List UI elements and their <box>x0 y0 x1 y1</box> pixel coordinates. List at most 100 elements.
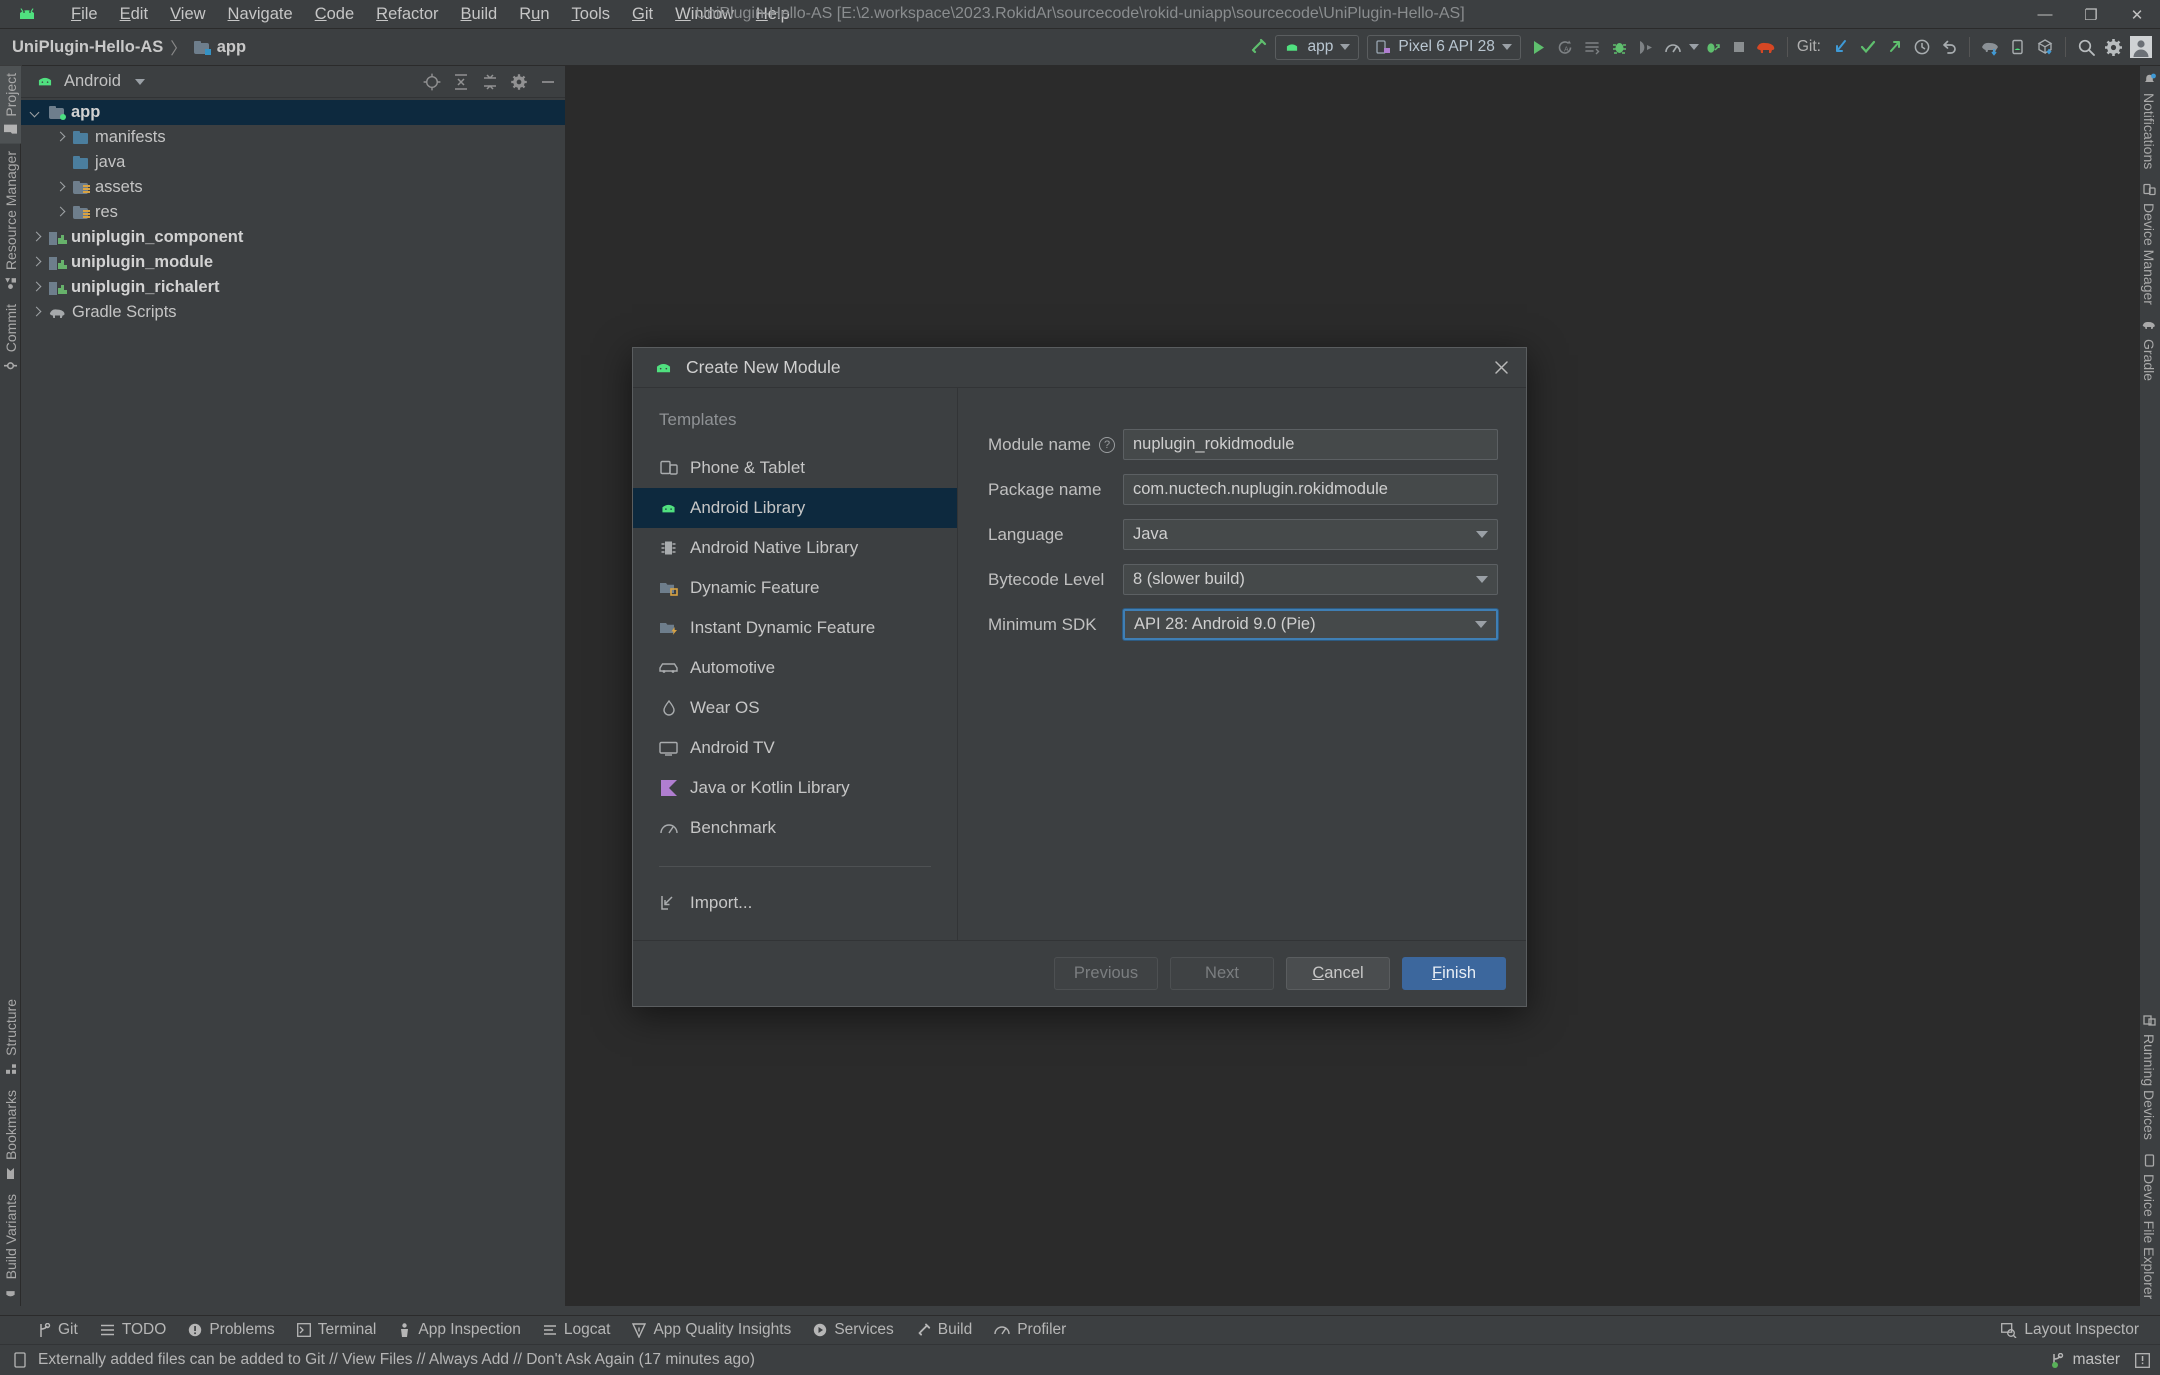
git-push-icon[interactable] <box>1881 34 1908 61</box>
git-branch-widget[interactable]: master <box>2050 1351 2120 1369</box>
template-dynamic-feature[interactable]: Dynamic Feature <box>633 568 957 608</box>
bottom-item-logcat[interactable]: Logcat <box>532 1318 622 1342</box>
apply-code-changes-icon[interactable] <box>1579 34 1606 61</box>
chevron-down-icon[interactable] <box>1340 44 1351 50</box>
close-icon[interactable] <box>1488 355 1514 381</box>
menu-file[interactable]: File <box>60 1 109 27</box>
chevron-right-icon[interactable] <box>29 306 43 320</box>
profiler-icon[interactable] <box>1660 34 1687 61</box>
gradle-elephant-icon[interactable] <box>1753 34 1780 61</box>
bottom-item-services[interactable]: Services <box>802 1318 904 1342</box>
template-phone-tablet[interactable]: Phone & Tablet <box>633 448 957 488</box>
run-configuration-selector[interactable]: app <box>1275 34 1360 60</box>
menu-build[interactable]: Build <box>450 1 509 27</box>
menu-run[interactable]: Run <box>508 1 560 27</box>
module-name-input[interactable] <box>1123 429 1498 460</box>
breadcrumb-project[interactable]: UniPlugin-Hello-AS <box>12 38 163 57</box>
maximize-button[interactable]: ❐ <box>2068 0 2114 29</box>
previous-button[interactable]: Previous <box>1054 957 1158 990</box>
stop-button[interactable] <box>1726 34 1753 61</box>
sdk-manager-icon[interactable] <box>2031 34 2058 61</box>
run-with-coverage-icon[interactable] <box>1699 34 1726 61</box>
tree-item-gradle-scripts[interactable]: Gradle Scripts <box>21 300 565 325</box>
hide-panel-icon[interactable] <box>539 73 557 91</box>
chevron-down-icon[interactable] <box>1688 44 1699 50</box>
select-opened-file-icon[interactable] <box>423 73 441 91</box>
template-benchmark[interactable]: Benchmark <box>633 808 957 848</box>
bottom-item-terminal[interactable]: Terminal <box>286 1318 388 1342</box>
bottom-item-app-quality-insights[interactable]: App Quality Insights <box>621 1318 802 1342</box>
close-button[interactable]: ✕ <box>2114 0 2160 29</box>
template-java-or-kotlin-library[interactable]: Java or Kotlin Library <box>633 768 957 808</box>
menu-help[interactable]: Help <box>745 1 801 27</box>
attach-debugger-icon[interactable] <box>1633 34 1660 61</box>
menu-window[interactable]: Window <box>664 1 745 27</box>
git-commit-icon[interactable] <box>1854 34 1881 61</box>
chevron-down-icon[interactable] <box>1475 621 1487 628</box>
status-message[interactable]: Externally added files can be added to G… <box>38 1351 755 1369</box>
sidebar-item-bookmarks[interactable]: Bookmarks <box>0 1083 22 1187</box>
sidebar-item-notifications[interactable]: Notifications <box>2138 66 2160 176</box>
bottom-item-problems[interactable]: Problems <box>177 1318 285 1342</box>
sidebar-item-resource-manager[interactable]: Resource Manager <box>0 144 22 297</box>
expand-all-icon[interactable] <box>452 73 470 91</box>
search-icon[interactable] <box>2073 34 2100 61</box>
project-tree[interactable]: app manifests java assets res uniplugin_… <box>21 98 565 325</box>
chevron-down-icon[interactable] <box>1476 576 1488 583</box>
avd-manager-icon[interactable] <box>2004 34 2031 61</box>
tree-item-app[interactable]: app <box>21 100 565 125</box>
menu-refactor[interactable]: Refactor <box>365 1 449 27</box>
bottom-item-app-inspection[interactable]: App Inspection <box>387 1318 532 1342</box>
gear-icon[interactable] <box>510 73 528 91</box>
bytecode-level-select[interactable]: 8 (slower build) <box>1123 564 1498 595</box>
chevron-right-icon[interactable] <box>53 206 67 220</box>
bottom-item-git[interactable]: Git <box>26 1318 89 1342</box>
tree-item-uniplugin-component[interactable]: uniplugin_component <box>21 225 565 250</box>
sidebar-item-device-manager[interactable]: Device Manager <box>2138 176 2160 312</box>
language-select[interactable]: Java <box>1123 519 1498 550</box>
breadcrumb-module[interactable]: app <box>217 38 246 57</box>
tree-item-manifests[interactable]: manifests <box>21 125 565 150</box>
gradle-sync-icon[interactable] <box>1977 34 2004 61</box>
menu-git[interactable]: Git <box>621 1 664 27</box>
finish-button[interactable]: Finish <box>1402 957 1506 990</box>
chevron-down-icon[interactable] <box>29 106 43 120</box>
tree-item-assets[interactable]: assets <box>21 175 565 200</box>
chevron-right-icon[interactable] <box>29 281 43 295</box>
avatar[interactable] <box>2127 34 2154 61</box>
device-selector[interactable]: Pixel 6 API 28 <box>1367 34 1521 60</box>
event-log-icon[interactable] <box>2135 1352 2150 1368</box>
minimum-sdk-select[interactable]: API 28: Android 9.0 (Pie) <box>1123 609 1498 640</box>
chevron-right-icon[interactable] <box>29 256 43 270</box>
chevron-down-icon[interactable] <box>134 78 145 85</box>
package-name-input[interactable] <box>1123 474 1498 505</box>
minimize-button[interactable]: — <box>2022 0 2068 29</box>
sidebar-item-device-file-explorer[interactable]: Device File Explorer <box>2138 1147 2160 1306</box>
breadcrumb[interactable]: UniPlugin-Hello-AS 〉 app <box>12 35 246 59</box>
chevron-down-icon[interactable] <box>1501 44 1512 50</box>
apply-changes-icon[interactable]: A <box>1552 34 1579 61</box>
sidebar-item-structure[interactable]: Structure <box>0 992 22 1083</box>
git-update-icon[interactable] <box>1827 34 1854 61</box>
bottom-item-build[interactable]: Build <box>905 1318 983 1342</box>
tree-item-uniplugin-richalert[interactable]: uniplugin_richalert <box>21 275 565 300</box>
run-button[interactable] <box>1525 34 1552 61</box>
bottom-item-todo[interactable]: TODO <box>89 1318 178 1342</box>
sidebar-item-build-variants[interactable]: Build Variants <box>0 1187 22 1306</box>
menu-view[interactable]: View <box>159 1 216 27</box>
undo-icon[interactable] <box>1935 34 1962 61</box>
help-circle-icon[interactable]: ? <box>1099 436 1116 453</box>
build-hammer-icon[interactable] <box>1244 34 1271 61</box>
bottom-item-profiler[interactable]: Profiler <box>983 1318 1077 1342</box>
sidebar-item-running-devices[interactable]: Running Devices <box>2138 1007 2160 1147</box>
sidebar-item-project[interactable]: Project <box>0 66 22 144</box>
tree-item-uniplugin-module[interactable]: uniplugin_module <box>21 250 565 275</box>
template-import[interactable]: Import... <box>633 883 957 923</box>
sidebar-item-commit[interactable]: Commit <box>0 297 22 379</box>
menu-bar[interactable]: File Edit View Navigate Code Refactor Bu… <box>60 1 801 27</box>
template-android-library[interactable]: Android Library <box>633 488 957 528</box>
template-android-tv[interactable]: Android TV <box>633 728 957 768</box>
collapse-all-icon[interactable] <box>481 73 499 91</box>
menu-tools[interactable]: Tools <box>561 1 622 27</box>
cancel-button[interactable]: Cancel <box>1286 957 1390 990</box>
